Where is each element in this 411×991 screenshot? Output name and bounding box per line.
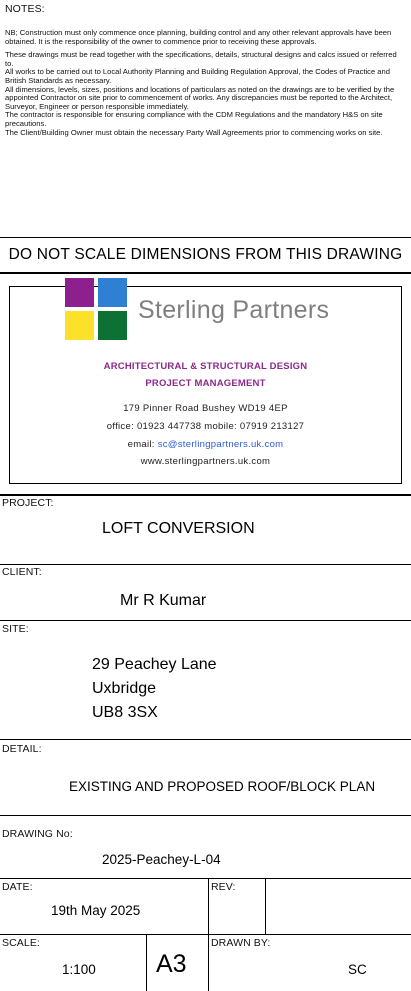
drawing-number-value: 2025-Peachey-L-04 bbox=[102, 852, 221, 867]
company-name: Sterling Partners bbox=[138, 296, 330, 324]
divider bbox=[0, 494, 411, 496]
client-value: Mr R Kumar bbox=[120, 592, 207, 609]
divider-vertical bbox=[146, 934, 147, 991]
drawing-number-label: DRAWING No: bbox=[2, 828, 73, 840]
note-paragraph: These drawings must be read together wit… bbox=[5, 50, 397, 68]
divider bbox=[0, 564, 411, 565]
divider-vertical bbox=[265, 878, 266, 934]
divider bbox=[0, 620, 411, 621]
divider bbox=[0, 878, 411, 879]
logo-square-green bbox=[98, 311, 127, 340]
scale-value: 1:100 bbox=[62, 962, 96, 977]
date-label: DATE: bbox=[2, 881, 33, 893]
company-tagline-design: ARCHITECTURAL & STRUCTURAL DESIGN bbox=[103, 361, 308, 372]
company-email-line: email: sc@sterlingpartners.uk.com bbox=[0, 439, 411, 450]
divider bbox=[0, 815, 411, 816]
site-address-line-3: UB8 3SX bbox=[92, 704, 158, 721]
company-phone: office: 01923 447738 mobile: 07919 21312… bbox=[106, 421, 305, 432]
logo-square-yellow bbox=[65, 311, 94, 340]
client-label: CLIENT: bbox=[2, 566, 42, 578]
scale-label: SCALE: bbox=[2, 937, 40, 949]
rev-label: REV: bbox=[211, 881, 236, 893]
note-paragraph: The contractor is responsible for ensuri… bbox=[5, 110, 383, 128]
notes-title: NOTES: bbox=[5, 3, 45, 15]
note-paragraph: All dimensions, levels, sizes, positions… bbox=[5, 84, 395, 111]
divider bbox=[0, 739, 411, 740]
divider bbox=[0, 934, 411, 935]
site-label: SITE: bbox=[2, 623, 29, 635]
drawn-by-label: DRAWN BY: bbox=[211, 937, 271, 949]
project-value: LOFT CONVERSION bbox=[102, 520, 255, 537]
site-address-line-1: 29 Peachey Lane bbox=[92, 656, 217, 673]
company-email-link[interactable]: sc@sterlingpartners.uk.com bbox=[158, 439, 284, 450]
detail-value: EXISTING AND PROPOSED ROOF/BLOCK PLAN bbox=[69, 779, 376, 794]
date-value: 19th May 2025 bbox=[51, 903, 141, 918]
company-address: 179 Pinner Road Bushey WD19 4EP bbox=[123, 403, 288, 414]
logo-square-purple bbox=[65, 278, 94, 307]
note-paragraph: NB; Construction must only commence once… bbox=[5, 28, 392, 46]
divider bbox=[0, 237, 411, 238]
sheet-size: A3 bbox=[156, 950, 187, 978]
do-not-scale-warning: DO NOT SCALE DIMENSIONS FROM THIS DRAWIN… bbox=[8, 246, 403, 263]
note-paragraph: All works to be carried out to Local Aut… bbox=[5, 67, 390, 85]
title-block: NOTES: NB; Construction must only commen… bbox=[0, 0, 411, 991]
notes-body: NB; Construction must only commence once… bbox=[5, 28, 405, 137]
email-label: email: bbox=[127, 439, 158, 450]
company-website: www.sterlingpartners.uk.com bbox=[140, 456, 271, 467]
logo-square-blue bbox=[98, 278, 127, 307]
company-tagline-management: PROJECT MANAGEMENT bbox=[145, 378, 266, 389]
site-address-line-2: Uxbridge bbox=[92, 680, 157, 697]
note-paragraph: The Client/Building Owner must obtain th… bbox=[5, 127, 383, 137]
drawn-by-value: SC bbox=[348, 962, 367, 977]
detail-label: DETAIL: bbox=[2, 743, 42, 755]
project-label: PROJECT: bbox=[2, 497, 54, 509]
divider bbox=[0, 272, 411, 274]
